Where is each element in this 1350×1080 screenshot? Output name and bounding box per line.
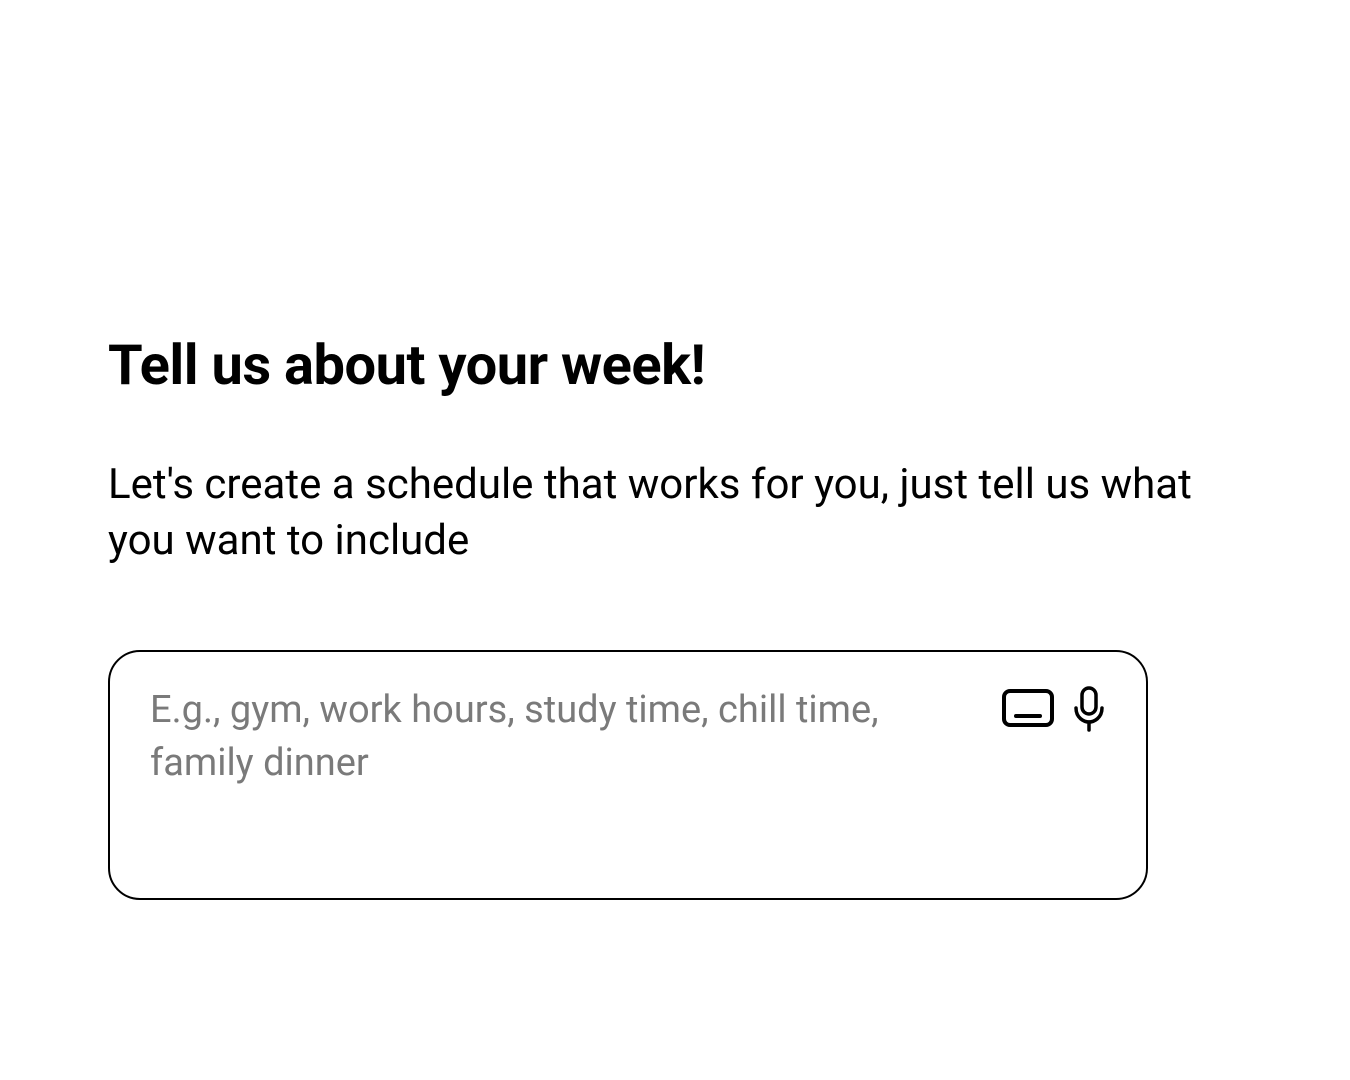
microphone-button[interactable]	[1072, 686, 1106, 734]
schedule-input-container	[108, 650, 1148, 900]
page-title: Tell us about your week!	[108, 335, 1238, 397]
onboarding-panel: Tell us about your week! Let's create a …	[108, 335, 1238, 900]
page-subtitle: Let's create a schedule that works for y…	[108, 457, 1238, 570]
keyboard-button[interactable]	[1002, 689, 1054, 731]
keyboard-icon	[1002, 689, 1054, 731]
schedule-input[interactable]	[150, 684, 900, 866]
microphone-icon	[1072, 686, 1106, 734]
input-icon-row	[1002, 686, 1106, 734]
